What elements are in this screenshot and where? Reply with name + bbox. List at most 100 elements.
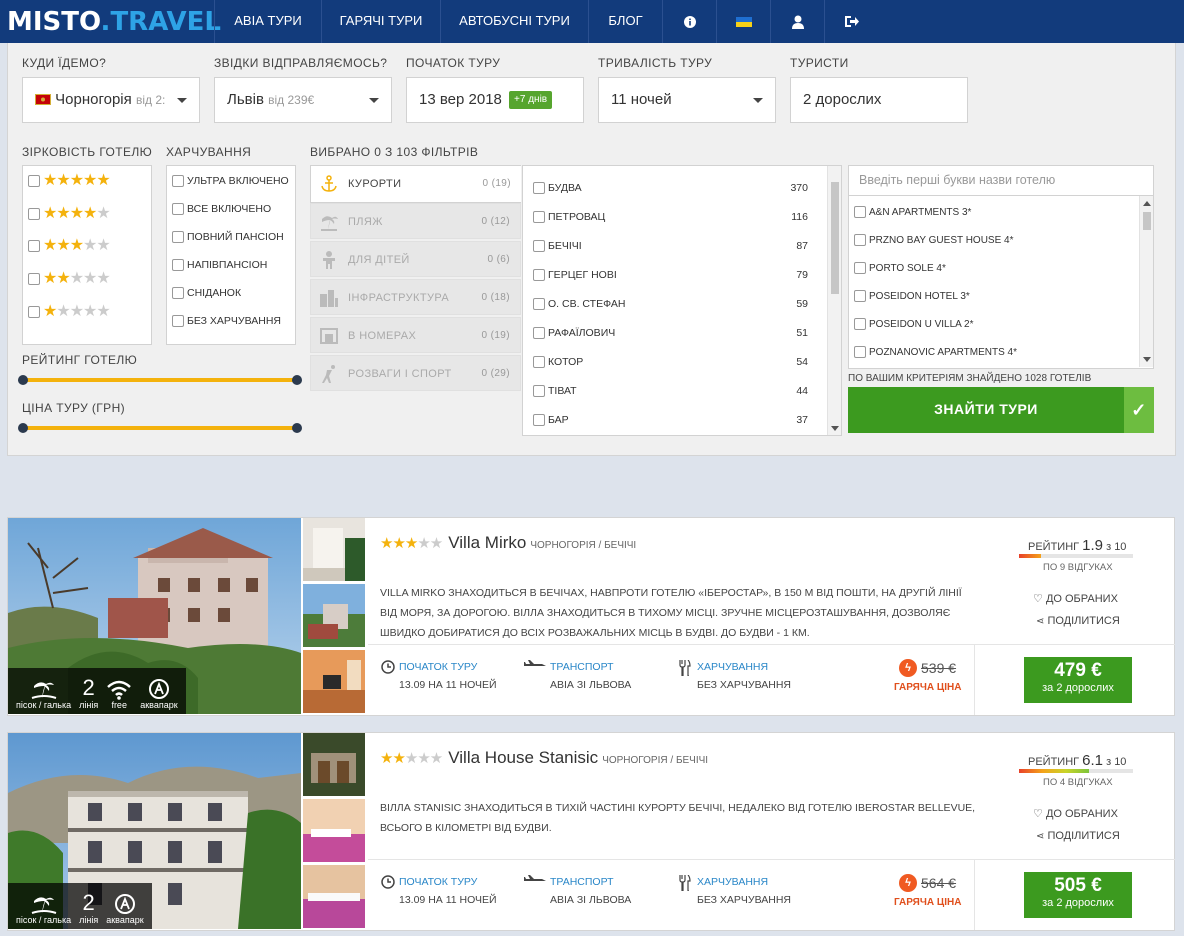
hotel-thumbnail[interactable] <box>303 799 365 862</box>
share-button[interactable]: ⋖ ПОДІЛИТИСЯ <box>1036 615 1120 627</box>
logout-icon[interactable] <box>824 0 878 43</box>
price-slider-track[interactable] <box>22 426 298 430</box>
checkbox[interactable] <box>854 206 866 218</box>
nav-hot-tours[interactable]: ГАРЯЧІ ТУРИ <box>321 0 440 43</box>
price-slider-min-handle[interactable] <box>18 423 28 433</box>
tourists-field[interactable]: 2 дорослих <box>790 77 968 123</box>
meal-option[interactable]: НАПІВПАНСІОН <box>172 259 267 271</box>
resort-option[interactable]: БУДВА 370 <box>533 173 818 202</box>
user-icon[interactable] <box>770 0 824 43</box>
nav-bus-tours[interactable]: АВТОБУСНІ ТУРИ <box>440 0 588 43</box>
checkbox[interactable] <box>28 175 40 187</box>
tour-start-date-field[interactable]: 13 вер 2018 +7 днів <box>406 77 584 123</box>
tab-resorts[interactable]: КУРОРТИ 0 (19) <box>310 165 521 203</box>
star-filter-3[interactable]: ★★★★★ <box>28 238 111 254</box>
ukraine-flag-icon[interactable] <box>716 0 770 43</box>
checkbox[interactable] <box>533 384 545 397</box>
scroll-down-icon[interactable] <box>831 426 839 431</box>
hotel-name[interactable]: Villa House Stanisic <box>448 748 598 768</box>
checkbox[interactable] <box>28 273 40 285</box>
checkbox[interactable] <box>172 287 184 299</box>
scrollbar-thumb[interactable] <box>1143 212 1151 230</box>
star-filter-1[interactable]: ★★★★★ <box>28 304 111 320</box>
add-to-favorites[interactable]: ♡ ДО ОБРАНИХ <box>1033 592 1118 605</box>
scrollbar[interactable] <box>1139 196 1153 367</box>
hotel-option[interactable]: PRZNO BAY GUEST HOUSE 4* <box>854 234 1013 246</box>
resorts-list[interactable]: БУДВА 370 ПЕТРОВАЦ 116 БЕЧІЧІ 87 ГЕРЦЕГ НОВ… <box>522 165 842 436</box>
star-filter-4[interactable]: ★★★★★ <box>28 206 111 222</box>
hotel-option[interactable]: POSEIDON U VILLA 2* <box>854 318 974 330</box>
resort-option[interactable]: РАФАЇЛОВИЧ 51 <box>533 318 818 347</box>
checkbox[interactable] <box>28 240 40 252</box>
share-button[interactable]: ⋖ ПОДІЛИТИСЯ <box>1036 830 1120 842</box>
resort-option[interactable]: ПЕТРОВАЦ 116 <box>533 202 818 231</box>
price-button[interactable]: 479 € за 2 дорослих <box>1024 657 1132 703</box>
checkbox[interactable] <box>172 203 184 215</box>
hotel-option[interactable]: A&N APARTMENTS 3* <box>854 206 971 218</box>
duration-select[interactable]: 11 ночей <box>598 77 776 123</box>
find-tours-button[interactable]: ЗНАЙТИ ТУРИ ✓ <box>848 387 1154 433</box>
site-logo[interactable]: MISTO.TRAVEL <box>7 7 221 37</box>
resort-option[interactable]: ТІВАТ 44 <box>533 376 818 405</box>
reviews-count[interactable]: ПО 4 ВІДГУКАХ <box>1043 777 1113 788</box>
hotel-option[interactable]: POZNANOVIC APARTMENTS 4* <box>854 346 1017 358</box>
hotel-thumbnail[interactable] <box>303 865 365 928</box>
checkbox[interactable] <box>533 355 545 368</box>
destination-select[interactable]: Чорногорія від 2: <box>22 77 200 123</box>
scroll-up-icon[interactable] <box>1143 201 1151 206</box>
resort-option[interactable]: О. СВ. СТЕФАН 59 <box>533 289 818 318</box>
tab-in-rooms[interactable]: В НОМЕРАХ 0 (19) <box>310 317 521 353</box>
meal-option[interactable]: БЕЗ ХАРЧУВАННЯ <box>172 315 281 327</box>
checkbox[interactable] <box>533 181 545 194</box>
hotel-option[interactable]: PORTO SOLE 4* <box>854 262 946 274</box>
transport-link[interactable]: ТРАНСПОРТ <box>550 661 631 673</box>
info-icon[interactable] <box>662 0 716 43</box>
checkbox[interactable] <box>854 346 866 358</box>
scrollbar[interactable] <box>827 166 841 435</box>
checkbox[interactable] <box>533 326 545 339</box>
scrollbar-thumb[interactable] <box>831 182 839 294</box>
hotel-thumbnail[interactable] <box>303 518 365 581</box>
resort-option[interactable]: ГЕРЦЕГ НОВІ 79 <box>533 260 818 289</box>
rating-slider-max-handle[interactable] <box>292 375 302 385</box>
checkbox[interactable] <box>28 306 40 318</box>
tour-start-link[interactable]: ПОЧАТОК ТУРУ <box>399 876 497 888</box>
meal-option[interactable]: УЛЬТРА ВКЛЮЧЕНО <box>172 175 289 187</box>
checkbox[interactable] <box>533 210 545 223</box>
tab-beach[interactable]: ПЛЯЖ 0 (12) <box>310 203 521 239</box>
meal-link[interactable]: ХАРЧУВАННЯ <box>697 661 791 673</box>
scroll-down-icon[interactable] <box>1143 357 1151 362</box>
hotel-photo[interactable]: пісок / галька 2 лінія аквапарк <box>8 733 301 929</box>
resort-option[interactable]: БАР 37 <box>533 405 818 434</box>
meal-option[interactable]: СНІДАНОК <box>172 287 241 299</box>
price-button[interactable]: 505 € за 2 дорослих <box>1024 872 1132 918</box>
checkbox[interactable] <box>854 234 866 246</box>
meal-link[interactable]: ХАРЧУВАННЯ <box>697 876 791 888</box>
resort-option[interactable]: БЕЧІЧІ 87 <box>533 231 818 260</box>
checkbox[interactable] <box>172 231 184 243</box>
reviews-count[interactable]: ПО 9 ВІДГУКАХ <box>1043 562 1113 573</box>
hotel-photo[interactable]: пісок / галька 2 лінія free аквапарк <box>8 518 301 714</box>
checkbox[interactable] <box>172 315 184 327</box>
hotel-name-search-input[interactable]: Введіть перші букви назви готелю <box>848 165 1154 196</box>
rating-slider-track[interactable] <box>22 378 298 382</box>
tour-start-link[interactable]: ПОЧАТОК ТУРУ <box>399 661 497 673</box>
checkbox[interactable] <box>172 175 184 187</box>
star-filter-5[interactable]: ★★★★★ <box>28 173 111 189</box>
rating-slider-min-handle[interactable] <box>18 375 28 385</box>
checkbox[interactable] <box>28 208 40 220</box>
tab-kids[interactable]: ДЛЯ ДІТЕЙ 0 (6) <box>310 241 521 277</box>
price-slider-max-handle[interactable] <box>292 423 302 433</box>
add-to-favorites[interactable]: ♡ ДО ОБРАНИХ <box>1033 807 1118 820</box>
hotel-name[interactable]: Villa Mirko <box>448 533 526 553</box>
hotel-thumbnail[interactable] <box>303 650 365 713</box>
checkbox[interactable] <box>533 413 545 426</box>
hotel-option[interactable]: POSEIDON HOTEL 3* <box>854 290 970 302</box>
nav-blog[interactable]: БЛОГ <box>588 0 662 43</box>
tab-infrastructure[interactable]: ІНФРАСТРУКТУРА 0 (18) <box>310 279 521 315</box>
hotel-thumbnail[interactable] <box>303 584 365 647</box>
meal-option[interactable]: ВСЕ ВКЛЮЧЕНО <box>172 203 271 215</box>
resort-option[interactable]: КОТОР 54 <box>533 347 818 376</box>
transport-link[interactable]: ТРАНСПОРТ <box>550 876 631 888</box>
checkbox[interactable] <box>854 318 866 330</box>
